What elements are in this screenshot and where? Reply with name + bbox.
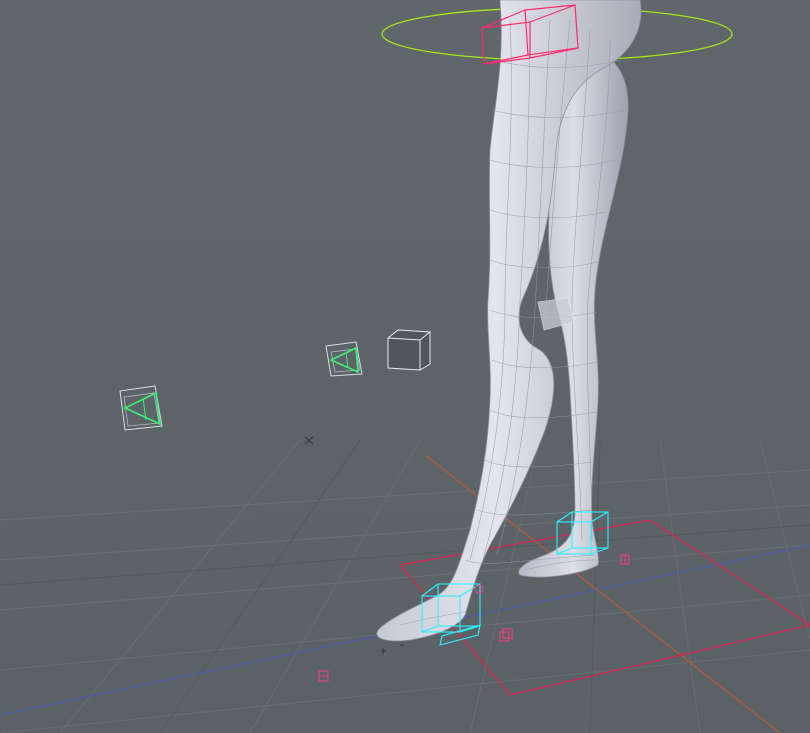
viewport-canvas[interactable] bbox=[0, 0, 810, 733]
light-1[interactable] bbox=[387, 329, 431, 371]
3d-viewport[interactable] bbox=[0, 0, 810, 733]
